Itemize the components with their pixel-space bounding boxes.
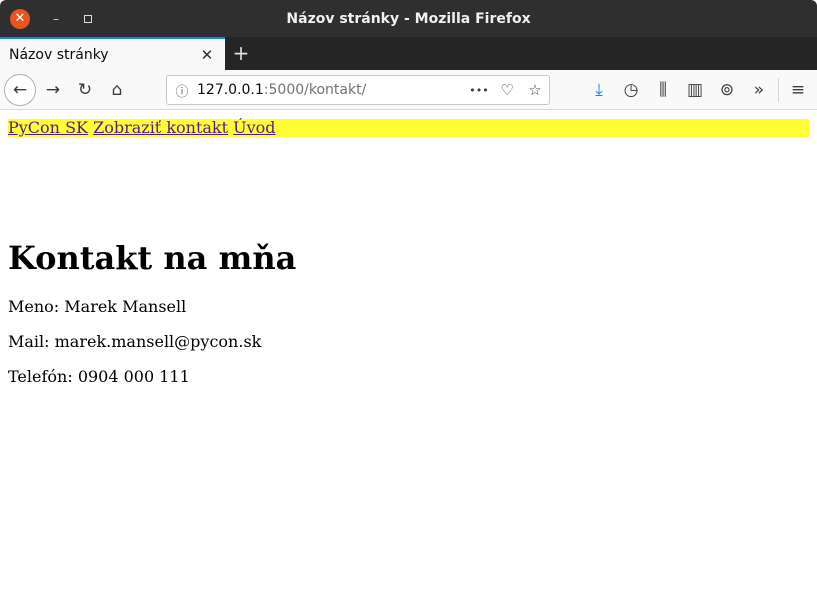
reload-button[interactable]: ↻ <box>71 76 99 104</box>
tab-active[interactable]: Názov stránky ✕ <box>0 37 225 70</box>
window-close-icon[interactable]: ✕ <box>10 9 30 29</box>
nav-link-home[interactable]: Úvod <box>233 118 275 137</box>
url-bar[interactable]: ⓘ 127.0.0.1 :5000/kontakt/ ••• ♡ ☆ <box>166 75 550 105</box>
site-info-icon[interactable]: ⓘ <box>167 81 197 100</box>
overflow-menu-icon[interactable]: » <box>745 76 773 104</box>
library-icon[interactable]: ⫼ <box>649 76 677 104</box>
bookmark-star-icon[interactable]: ☆ <box>521 81 549 99</box>
new-tab-button[interactable]: + <box>229 41 253 65</box>
window-titlebar: ✕ – Názov stránky - Mozilla Firefox <box>0 0 817 37</box>
home-button[interactable]: ⌂ <box>103 76 131 104</box>
tab-label: Názov stránky <box>9 46 109 63</box>
window-minimize-icon[interactable]: – <box>46 9 66 29</box>
nav-toolbar: ← → ↻ ⌂ ⓘ 127.0.0.1 :5000/kontakt/ ••• ♡… <box>0 70 817 110</box>
history-icon[interactable]: ◷ <box>617 76 645 104</box>
contact-phone: Telefón: 0904 000 111 <box>8 367 190 386</box>
pocket-icon[interactable]: ♡ <box>493 81 521 99</box>
tab-close-icon[interactable]: ✕ <box>195 46 219 64</box>
tab-strip: Názov stránky ✕ + <box>0 37 817 70</box>
site-nav: PyCon SK Zobraziť kontakt Úvod <box>8 119 809 137</box>
url-host: 127.0.0.1 <box>197 82 264 98</box>
page-content: PyCon SK Zobraziť kontakt Úvod Kontakt n… <box>0 111 817 603</box>
nav-link-contact[interactable]: Zobraziť kontakt <box>93 118 228 137</box>
window-maximize-icon[interactable] <box>78 9 98 29</box>
hamburger-menu-icon[interactable]: ≡ <box>784 76 812 104</box>
page-heading: Kontakt na mňa <box>8 239 297 277</box>
window-title: Názov stránky - Mozilla Firefox <box>286 10 531 27</box>
back-button[interactable]: ← <box>4 74 36 106</box>
contact-mail: Mail: marek.mansell@pycon.sk <box>8 332 262 351</box>
page-actions-icon[interactable]: ••• <box>465 84 493 97</box>
nav-link-pycon[interactable]: PyCon SK <box>8 118 88 137</box>
url-path: :5000/kontakt/ <box>263 82 367 98</box>
sidebar-icon[interactable]: ▥ <box>681 76 709 104</box>
sync-icon[interactable]: ⊚ <box>713 76 741 104</box>
contact-name: Meno: Marek Mansell <box>8 297 187 316</box>
download-icon[interactable]: ⤓ <box>585 76 613 104</box>
toolbar-separator <box>778 78 779 102</box>
forward-button[interactable]: → <box>39 76 67 104</box>
